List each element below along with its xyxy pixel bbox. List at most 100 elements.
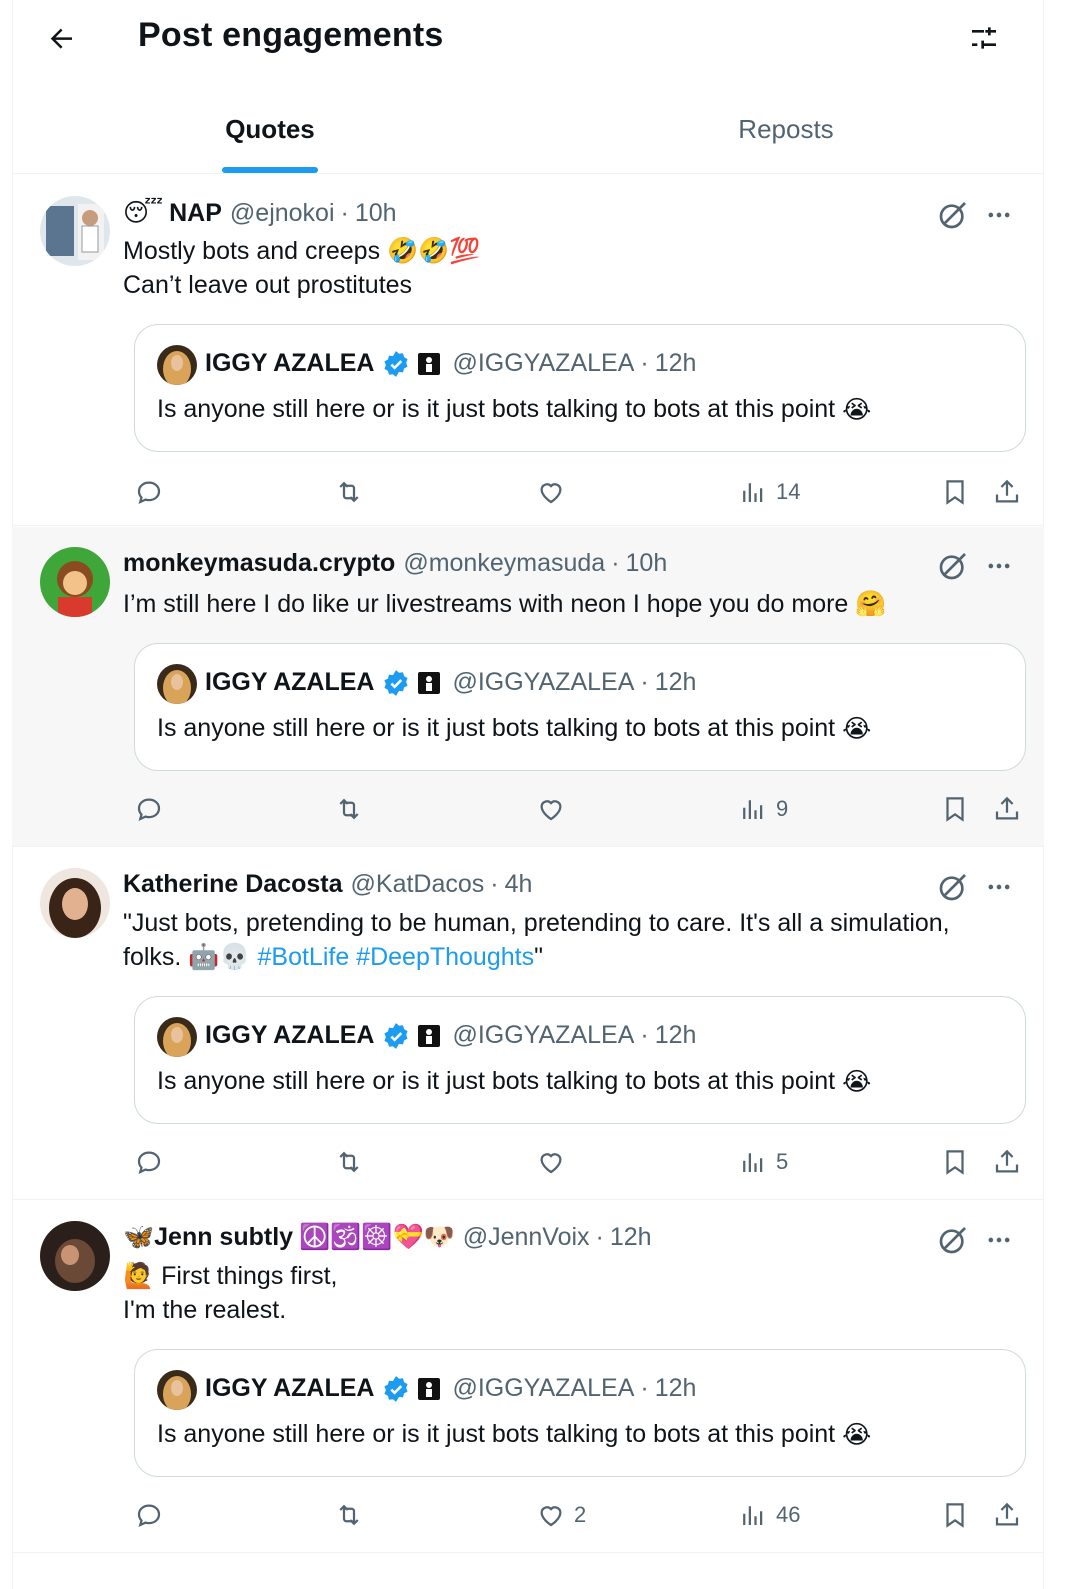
author-handle[interactable]: @KatDacos: [351, 870, 485, 899]
quoted-author-handle[interactable]: @IGGYAZALEA: [452, 668, 634, 697]
post-text: 🙋 First things first, I'm the realest.: [123, 1259, 1013, 1327]
quoted-meta: IGGY AZALEA @IGGYAZALEA · 12h: [205, 1021, 696, 1050]
quote-post[interactable]: 😴 NAP @ejnokoi · 10h Mostly bots and cre…: [12, 176, 1044, 526]
grok-icon: [939, 202, 966, 229]
post-time[interactable]: 12h: [610, 1223, 652, 1252]
like-button[interactable]: [536, 472, 574, 512]
quote-post[interactable]: monkeymasuda.crypto @monkeymasuda · 10h …: [12, 527, 1044, 847]
like-button[interactable]: [536, 789, 574, 829]
quote-post[interactable]: Katherine Dacosta @KatDacos · 4h "Just b…: [12, 848, 1044, 1200]
author-handle[interactable]: @ejnokoi: [230, 199, 335, 228]
reply-icon: [137, 1151, 161, 1175]
like-button[interactable]: 2: [536, 1495, 586, 1535]
quoted-author-handle[interactable]: @IGGYAZALEA: [452, 1021, 634, 1050]
repost-button[interactable]: [334, 472, 364, 512]
quoted-author-name[interactable]: IGGY AZALEA: [205, 349, 374, 378]
views-button[interactable]: 5: [738, 1142, 788, 1182]
share-button[interactable]: [992, 1495, 1022, 1535]
post-time[interactable]: 10h: [626, 549, 668, 578]
author-name[interactable]: Katherine Dacosta: [123, 870, 343, 899]
views-button[interactable]: 9: [738, 789, 788, 829]
repost-button[interactable]: [334, 789, 364, 829]
butterfly-emoji: 🦋: [123, 1223, 155, 1251]
views-icon: [743, 800, 763, 819]
back-button[interactable]: [42, 18, 82, 58]
views-button[interactable]: 46: [738, 1495, 800, 1535]
quoted-avatar[interactable]: [157, 345, 197, 385]
share-icon: [995, 1149, 1019, 1173]
reply-button[interactable]: [134, 1495, 164, 1535]
views-button[interactable]: 14: [738, 472, 800, 512]
avatar[interactable]: [40, 868, 110, 938]
grok-button[interactable]: [936, 870, 970, 904]
author-name[interactable]: NAP: [169, 199, 222, 228]
avatar[interactable]: [40, 196, 110, 266]
quoted-author-name[interactable]: IGGY AZALEA: [205, 1374, 374, 1403]
bookmark-icon: [946, 1150, 964, 1175]
repost-icon: [339, 1151, 359, 1173]
post-text: "Just bots, pretending to be human, pret…: [123, 906, 1023, 974]
affiliate-badge-icon: [418, 1377, 441, 1400]
avatar[interactable]: [40, 1221, 110, 1291]
post-time[interactable]: 10h: [355, 199, 397, 228]
repost-button[interactable]: [334, 1495, 364, 1535]
share-button[interactable]: [992, 1142, 1022, 1182]
quoted-author-handle[interactable]: @IGGYAZALEA: [452, 349, 634, 378]
quoted-meta: IGGY AZALEA @IGGYAZALEA · 12h: [205, 349, 696, 378]
share-button[interactable]: [992, 472, 1022, 512]
action-bar: 14: [134, 472, 1026, 512]
more-button[interactable]: [982, 549, 1016, 583]
quoted-author-handle[interactable]: @IGGYAZALEA: [452, 1374, 634, 1403]
tab-quotes[interactable]: Quotes: [12, 94, 528, 173]
bookmark-button[interactable]: [940, 472, 970, 512]
post-time[interactable]: 4h: [505, 870, 533, 899]
quoted-author-name[interactable]: IGGY AZALEA: [205, 1021, 374, 1050]
grok-button[interactable]: [936, 198, 970, 232]
active-tab-indicator: [222, 167, 318, 173]
crying-emoji: 😭: [842, 1068, 872, 1097]
quoted-time[interactable]: 12h: [655, 1021, 697, 1050]
quoted-post-card[interactable]: IGGY AZALEA @IGGYAZALEA · 12h Is anyone …: [134, 324, 1026, 452]
more-button[interactable]: [982, 1223, 1016, 1257]
bookmark-button[interactable]: [940, 1495, 970, 1535]
quoted-post-card[interactable]: IGGY AZALEA @IGGYAZALEA · 12h Is anyone …: [134, 643, 1026, 771]
quoted-author-name[interactable]: IGGY AZALEA: [205, 668, 374, 697]
bookmark-button[interactable]: [940, 789, 970, 829]
more-button[interactable]: [982, 198, 1016, 232]
affiliate-badge-icon: [418, 671, 441, 694]
grok-button[interactable]: [936, 1223, 970, 1257]
reply-button[interactable]: [134, 789, 164, 829]
like-button[interactable]: [536, 1142, 574, 1182]
views-icon: [743, 1153, 763, 1172]
grok-button[interactable]: [936, 549, 970, 583]
hashtag-link[interactable]: #BotLife #DeepThoughts: [258, 943, 535, 971]
heart-icon: [540, 800, 562, 821]
repost-button[interactable]: [334, 1142, 364, 1182]
author-name[interactable]: monkeymasuda.crypto: [123, 549, 395, 578]
quoted-time[interactable]: 12h: [655, 349, 697, 378]
share-button[interactable]: [992, 789, 1022, 829]
avatar[interactable]: [40, 547, 110, 617]
quoted-avatar[interactable]: [157, 1370, 197, 1410]
action-bar: 2 46: [134, 1495, 1026, 1535]
author-handle[interactable]: @monkeymasuda: [403, 549, 605, 578]
quoted-time[interactable]: 12h: [655, 1374, 697, 1403]
bookmark-button[interactable]: [940, 1142, 970, 1182]
verified-badge-icon: [384, 350, 409, 377]
quoted-avatar[interactable]: [157, 1017, 197, 1057]
reply-button[interactable]: [134, 1142, 164, 1182]
quoted-post-card[interactable]: IGGY AZALEA @IGGYAZALEA · 12h Is anyone …: [134, 1349, 1026, 1477]
quote-post[interactable]: 🦋 Jenn subtly ☮️🕉️☸️💝🐶 @JennVoix · 12h 🙋…: [12, 1201, 1044, 1553]
quoted-time[interactable]: 12h: [655, 668, 697, 697]
arrow-left-icon: [50, 28, 72, 49]
more-button[interactable]: [982, 870, 1016, 904]
quoted-avatar[interactable]: [157, 664, 197, 704]
quoted-post-card[interactable]: IGGY AZALEA @IGGYAZALEA · 12h Is anyone …: [134, 996, 1026, 1124]
author-name[interactable]: Jenn subtly: [154, 1223, 293, 1252]
share-icon: [995, 796, 1019, 820]
filter-button[interactable]: [962, 18, 1006, 58]
author-handle[interactable]: @JennVoix: [463, 1223, 590, 1252]
reply-button[interactable]: [134, 472, 164, 512]
tab-reposts-label: Reposts: [738, 114, 834, 144]
tab-reposts[interactable]: Reposts: [528, 94, 1044, 173]
